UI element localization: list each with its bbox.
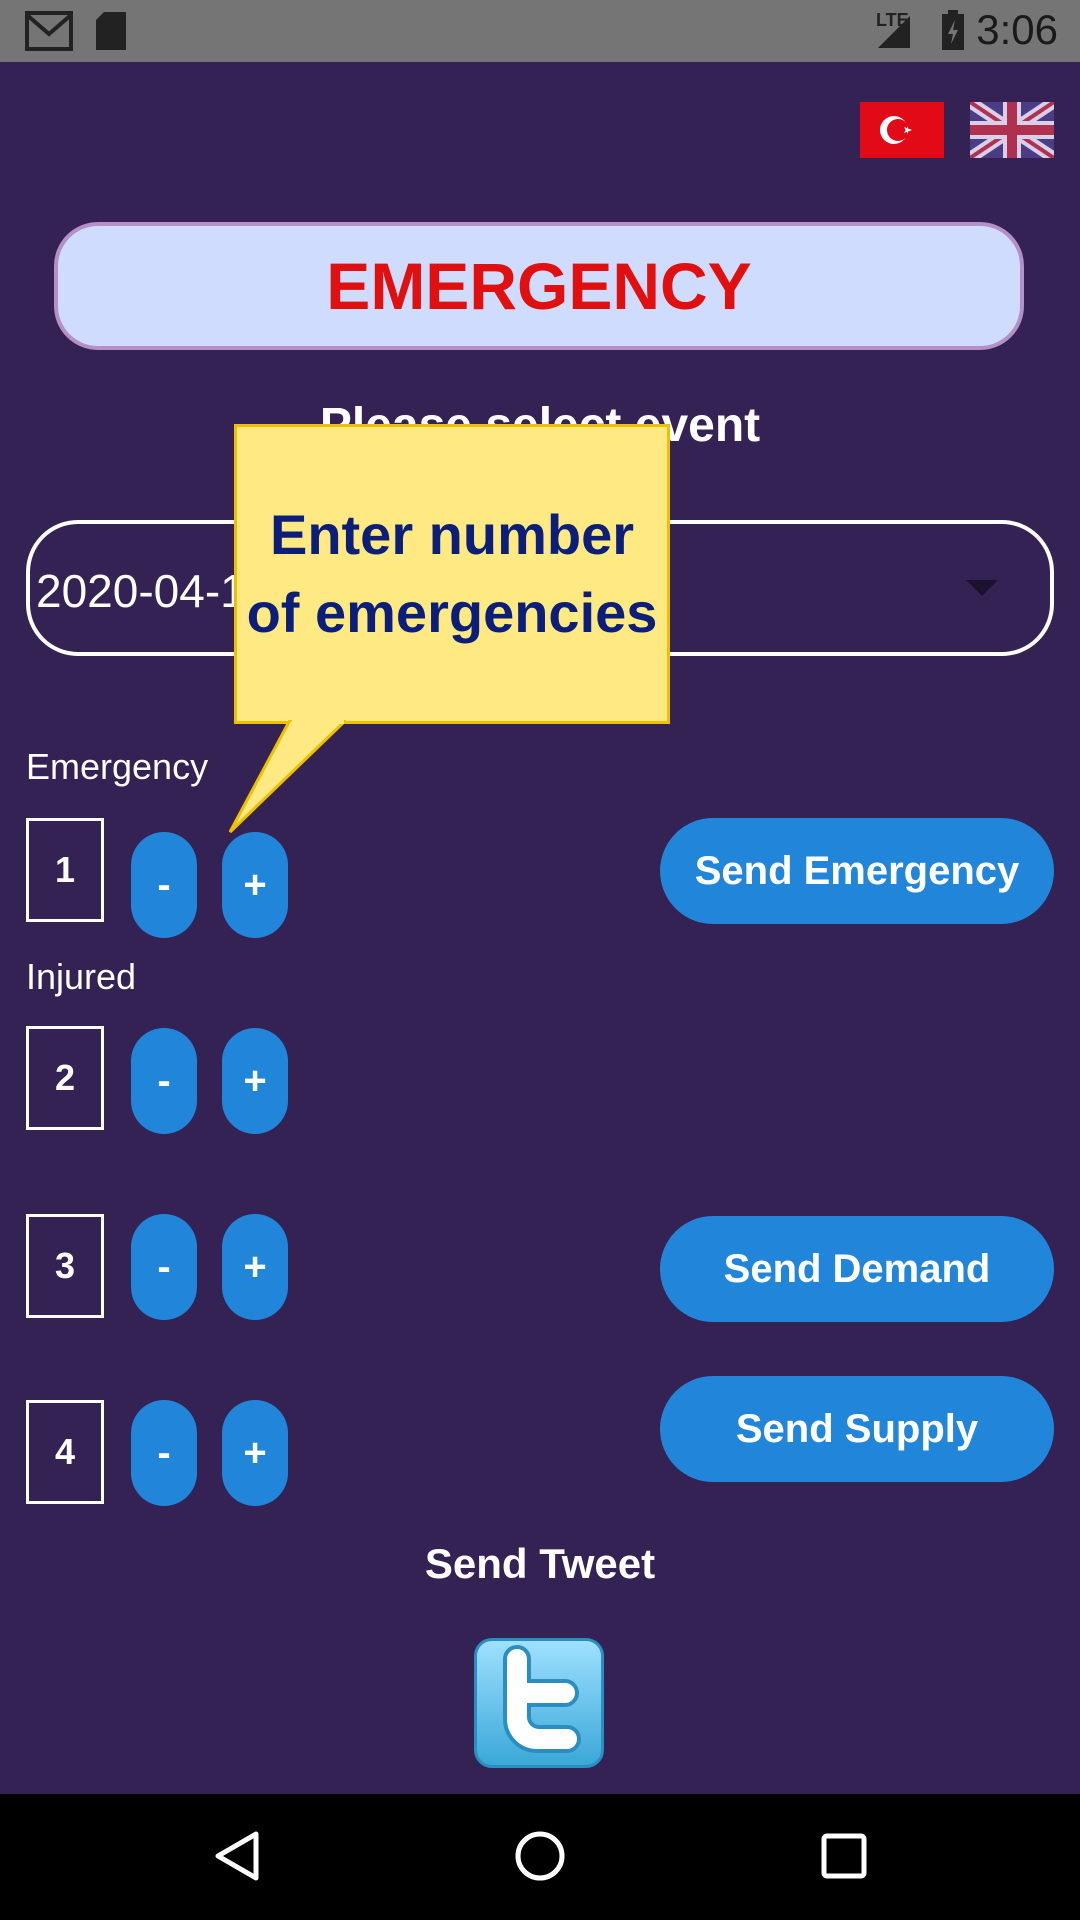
twitter-icon [503, 1645, 581, 1753]
demand-count: 3 [26, 1214, 104, 1318]
injured-label: Injured [26, 956, 137, 997]
emergency-count: 1 [26, 818, 104, 922]
sd-card-icon [96, 12, 126, 50]
turkish-flag-icon [860, 102, 944, 158]
hint-tooltip: Enter number of emergencies [234, 424, 670, 724]
uk-flag-icon [966, 97, 1058, 163]
emergency-label: Emergency [26, 746, 209, 787]
send-tweet-label: Send Tweet [424, 1540, 656, 1587]
recents-icon[interactable] [816, 1828, 872, 1884]
send-supply-button[interactable]: Send Supply [660, 1376, 1054, 1482]
status-bar: LTE 3:06 [0, 0, 1080, 62]
turkish-flag[interactable] [860, 102, 944, 158]
injured-increment-button[interactable]: + [222, 1028, 288, 1134]
navigation-bar [0, 1794, 1080, 1920]
supply-increment-button[interactable]: + [222, 1400, 288, 1506]
demand-increment-button[interactable]: + [222, 1214, 288, 1320]
home-icon[interactable] [512, 1828, 568, 1884]
page-title: EMERGENCY [54, 222, 1024, 350]
twitter-button[interactable] [474, 1638, 604, 1768]
back-icon[interactable] [210, 1828, 266, 1884]
tooltip-pointer-icon [228, 720, 346, 834]
uk-flag[interactable] [966, 97, 1058, 163]
demand-decrement-button[interactable]: - [131, 1214, 197, 1320]
signal-icon [878, 16, 910, 48]
send-demand-button[interactable]: Send Demand [660, 1216, 1054, 1322]
battery-icon [942, 10, 964, 50]
supply-count: 4 [26, 1400, 104, 1504]
injured-count: 2 [26, 1026, 104, 1130]
supply-decrement-button[interactable]: - [131, 1400, 197, 1506]
emergency-increment-button[interactable]: + [222, 832, 288, 938]
send-emergency-button[interactable]: Send Emergency [660, 818, 1054, 924]
emergency-decrement-button[interactable]: - [131, 832, 197, 938]
gmail-icon [25, 11, 73, 51]
injured-decrement-button[interactable]: - [131, 1028, 197, 1134]
dropdown-arrow-icon [966, 580, 998, 596]
clock: 3:06 [976, 6, 1058, 53]
